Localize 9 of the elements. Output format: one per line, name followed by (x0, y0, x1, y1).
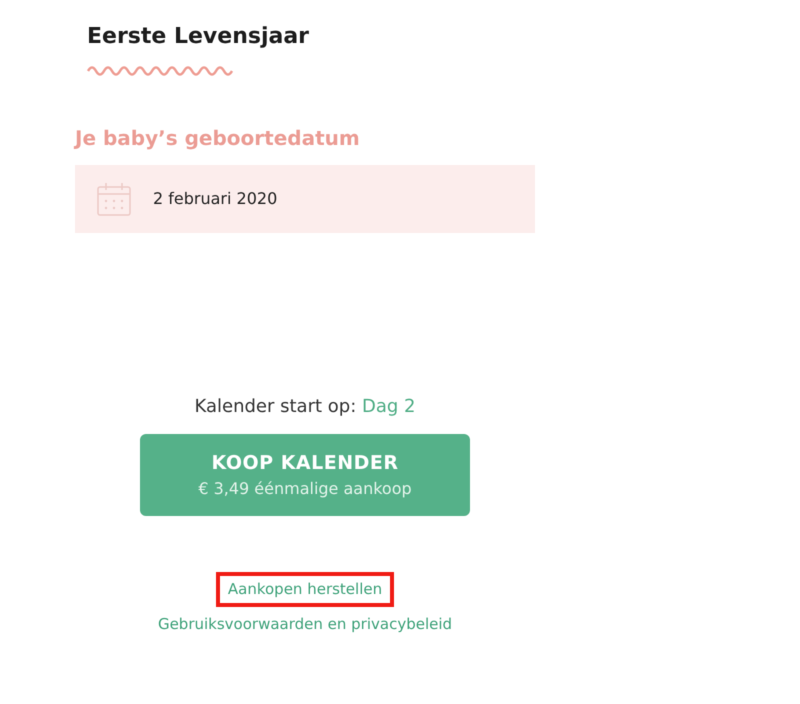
buy-button[interactable]: KOOP KALENDER € 3,49 éénmalige aankoop (140, 434, 470, 516)
section-heading: Je baby’s geboortedatum (75, 125, 361, 152)
calendar-icon (97, 182, 131, 216)
link[interactable]: Aankopen herstellen (216, 572, 394, 606)
date-value: 2 februari 2020 (153, 188, 278, 210)
page-title: Eerste Levensjaar (87, 23, 310, 51)
calendar-start-text: Kalender start op: Dag 2 (194, 395, 416, 419)
date-field[interactable]: 2 februari 2020 (75, 165, 535, 233)
link[interactable]: Gebruiksvoorwaarden en privacybeleid (146, 606, 464, 641)
